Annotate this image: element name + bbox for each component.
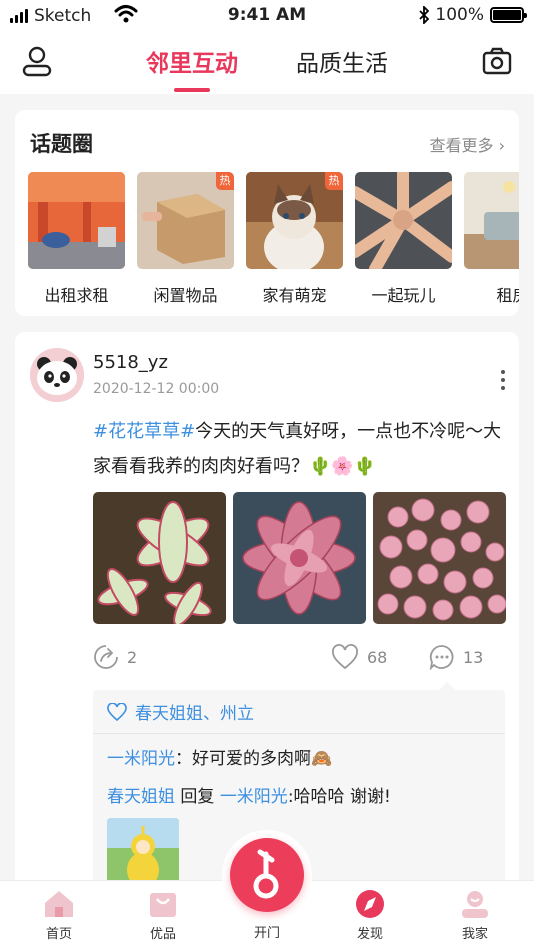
post-photo[interactable] — [93, 492, 226, 624]
post-photo[interactable] — [373, 492, 506, 624]
topic-item-idle[interactable]: 热 闲置物品 — [137, 172, 234, 306]
liked-by-row: 春天姐姐、州立 — [93, 690, 505, 734]
topic-circle-card: 话题圈 查看更多 › 出租求租 热 闲置物品 热 家有萌宠 一起玩儿 租 — [15, 110, 519, 316]
comment-text: 哈哈哈 谢谢! — [293, 787, 391, 807]
topic-image-cat: 热 — [246, 172, 343, 269]
share-icon — [94, 645, 118, 669]
tab-quality-life[interactable]: 品质生活 — [296, 44, 388, 78]
topic-image-room — [464, 172, 519, 269]
panda-avatar-icon — [30, 348, 84, 402]
topic-label: 出租求租 — [44, 286, 109, 305]
post-username[interactable]: 5518_yz — [93, 352, 168, 373]
home-icon — [45, 891, 73, 917]
topic-label: 闲置物品 — [153, 286, 218, 305]
heart-icon — [107, 702, 127, 721]
battery-icon — [490, 7, 527, 23]
nav-label: 优品 — [149, 927, 176, 942]
battery-group: 100% — [419, 5, 527, 25]
open-door-button[interactable] — [230, 838, 304, 912]
hot-badge: 热 — [325, 172, 343, 190]
topic-item-pets[interactable]: 热 家有萌宠 — [246, 172, 343, 306]
post-actions: 2 68 13 — [93, 644, 505, 674]
topic-section-title: 话题圈 — [30, 132, 93, 156]
topic-item-rent[interactable]: 出租求租 — [28, 172, 125, 306]
tab-bar: 邻里互动 品质生活 — [0, 44, 534, 78]
key-icon — [253, 849, 279, 899]
post-hashtag[interactable]: #花花草草# — [93, 421, 195, 442]
nav-label: 首页 — [45, 927, 72, 942]
like-button[interactable]: 68 — [331, 644, 387, 670]
nav-home[interactable]: 首页 — [19, 889, 99, 942]
open-door-button-wrap — [222, 830, 312, 920]
camera-icon[interactable] — [480, 44, 514, 78]
chevron-right-icon: › — [498, 136, 505, 155]
nav-label: 我家 — [461, 927, 488, 942]
comment-item: 春天姐姐 回复 一米阳光:哈哈哈 谢谢! — [93, 784, 505, 810]
hot-badge: 热 — [216, 172, 234, 190]
bluetooth-icon — [419, 6, 430, 24]
topic-image-parking — [28, 172, 125, 269]
view-more-link[interactable]: 查看更多 › — [429, 132, 505, 156]
view-more-label: 查看更多 — [429, 136, 494, 155]
comment-user[interactable]: 春天姐姐 — [107, 787, 175, 807]
more-options-icon[interactable] — [501, 370, 505, 390]
share-count: 2 — [127, 647, 138, 667]
post-content: #花花草草#今天的天气真好呀，一点也不冷呢～大家看看我养的肉肉好看吗？🌵🌸🌵 — [93, 414, 503, 484]
topic-image-hands — [355, 172, 452, 269]
comment-sep: ： — [175, 749, 192, 769]
comment-icon — [429, 645, 454, 670]
topic-item-house[interactable]: 租房 — [464, 172, 519, 306]
tab-neighbor[interactable]: 邻里互动 — [146, 44, 238, 78]
topic-label: 一起玩儿 — [371, 286, 436, 305]
top-header: 邻里互动 品质生活 — [0, 32, 534, 94]
shopping-bag-icon — [150, 893, 176, 917]
avatar[interactable] — [30, 348, 84, 402]
comment-text: 好可爱的多肉啊🙈 — [192, 749, 333, 769]
like-count: 68 — [367, 647, 388, 667]
profile-icon — [462, 891, 488, 918]
topic-image-box: 热 — [137, 172, 234, 269]
nav-label: 发现 — [356, 927, 383, 942]
comment-item: 一米阳光：好可爱的多肉啊🙈 — [93, 746, 505, 772]
nav-label: 开门 — [253, 926, 280, 941]
battery-percent: 100% — [435, 5, 484, 25]
share-button[interactable]: 2 — [93, 644, 137, 670]
post-photo[interactable] — [233, 492, 366, 624]
comment-count: 13 — [463, 647, 484, 667]
topic-label: 家有萌宠 — [262, 286, 327, 305]
post-photo-grid — [93, 492, 506, 624]
reply-to-user[interactable]: 一米阳光 — [220, 787, 288, 807]
comment-user[interactable]: 一米阳光 — [107, 749, 175, 769]
compass-icon — [356, 890, 384, 918]
comment-button[interactable]: 13 — [429, 644, 483, 670]
heart-icon — [332, 644, 358, 670]
topic-item-play[interactable]: 一起玩儿 — [355, 172, 452, 306]
post-timestamp: 2020-12-12 00:00 — [93, 381, 220, 397]
liked-by-names[interactable]: 春天姐姐、州立 — [135, 699, 254, 724]
reply-word: 回复 — [175, 787, 220, 807]
nav-products[interactable]: 优品 — [123, 889, 203, 942]
topic-label: 租房 — [496, 286, 519, 305]
nav-discover[interactable]: 发现 — [330, 889, 410, 942]
status-bar: Sketch 9:41 AM 100% — [0, 0, 534, 32]
post-card: 5518_yz 2020-12-12 00:00 #花花草草#今天的天气真好呀，… — [15, 332, 519, 892]
topic-list: 出租求租 热 闲置物品 热 家有萌宠 一起玩儿 租 — [28, 172, 519, 306]
nav-my-home[interactable]: 我家 — [435, 889, 515, 942]
